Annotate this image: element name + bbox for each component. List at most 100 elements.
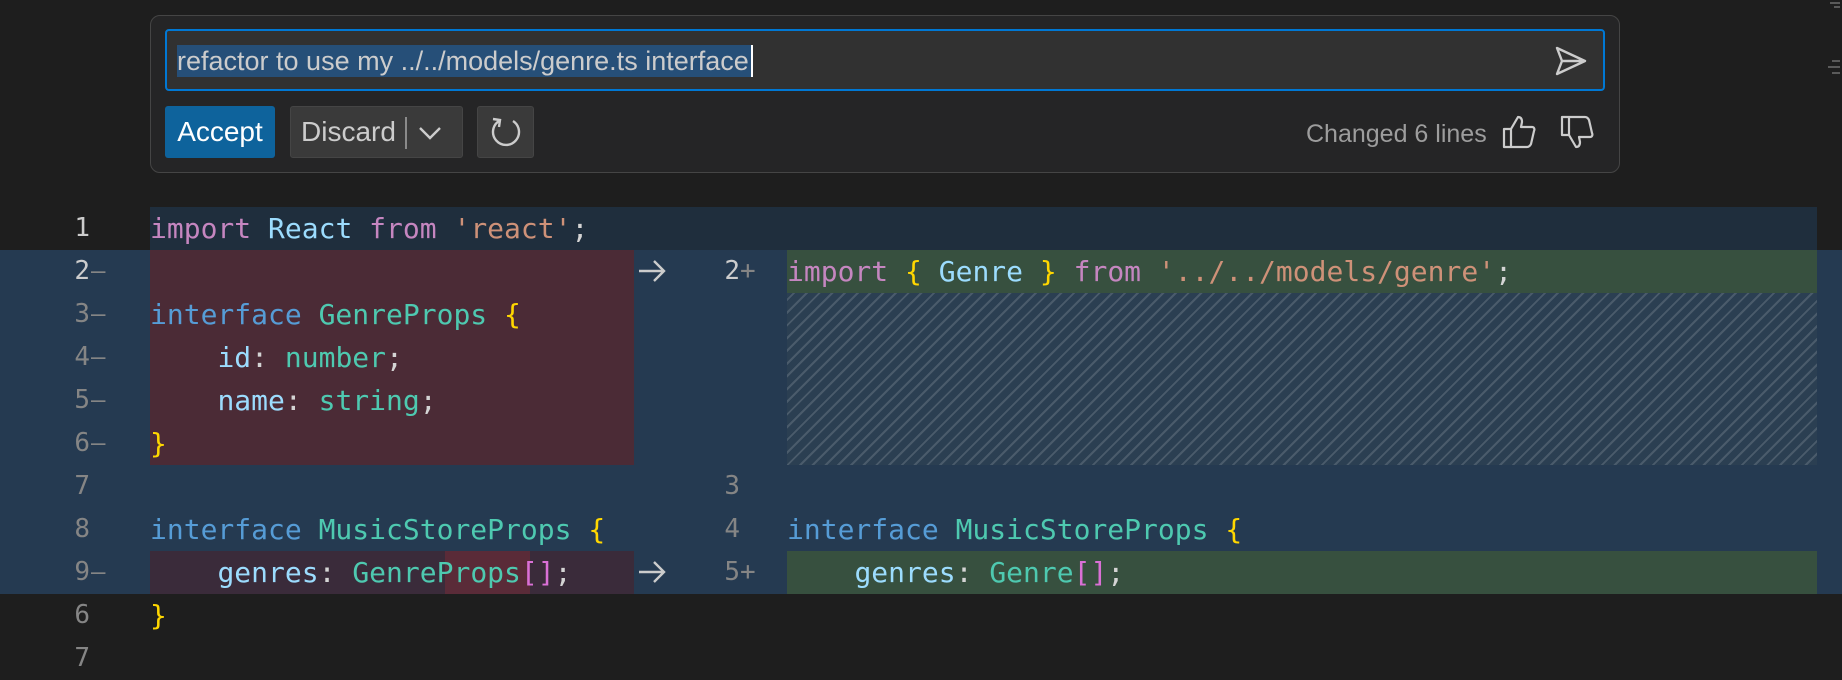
type-name: number xyxy=(284,341,387,374)
inline-chat-widget: refactor to use my ../../models/genre.ts… xyxy=(150,15,1620,173)
code-text: name: string; xyxy=(150,379,437,422)
thumbs-down-icon[interactable] xyxy=(1558,113,1596,151)
keyword: import xyxy=(787,255,889,288)
punctuation: : xyxy=(251,341,269,374)
line-number: 3 xyxy=(724,471,740,501)
code-text: interface GenreProps { xyxy=(150,293,521,336)
diff-row-9: 9 — genres: GenreProps[]; 5 + genres: Ge… xyxy=(0,551,1842,594)
diff-row-2: 2 — 2 + import { Genre } from '../../mod… xyxy=(0,250,1842,293)
string-literal: 'react' xyxy=(453,212,572,245)
removed-marker: — xyxy=(91,343,106,371)
brace: } xyxy=(150,599,167,632)
punctuation: ; xyxy=(386,341,403,374)
line-number: 6 xyxy=(74,428,90,458)
line-number: 5 xyxy=(74,385,90,415)
line-number: 9 xyxy=(74,557,90,587)
removed-marker: — xyxy=(91,300,106,328)
brace: { xyxy=(504,298,521,331)
removed-marker: — xyxy=(91,257,106,285)
diff-row-3: 3 — interface GenreProps { xyxy=(0,293,1842,336)
code-text: genres: GenreProps[]; xyxy=(150,551,571,594)
brace: } xyxy=(1039,255,1057,288)
changed-lines-status: Changed 6 lines xyxy=(1306,120,1487,148)
keyword: interface xyxy=(150,298,302,331)
punctuation: ; xyxy=(1107,556,1125,589)
line-number: 4 xyxy=(724,514,740,544)
discard-button[interactable]: Discard xyxy=(290,106,463,158)
code-text: genres: Genre[]; xyxy=(787,551,1124,594)
line-number: 4 xyxy=(74,342,90,372)
type-name: MusicStoreProps xyxy=(318,513,572,546)
editor-line-6[interactable]: 6 } xyxy=(0,594,1842,637)
line-number: 3 xyxy=(74,299,90,329)
refresh-icon xyxy=(491,117,520,147)
line-number: 1 xyxy=(74,213,90,243)
keyword: from xyxy=(369,212,437,245)
identifier: Genre xyxy=(938,255,1024,288)
removed-marker: — xyxy=(91,386,106,414)
brace: { xyxy=(588,513,606,546)
brace: } xyxy=(150,427,167,460)
brace: { xyxy=(905,255,922,288)
keyword: import xyxy=(150,212,252,245)
code-text: import { Genre } from '../../models/genr… xyxy=(787,250,1512,293)
punctuation: : xyxy=(318,556,336,589)
arrow-right-icon[interactable] xyxy=(636,250,668,293)
property: id xyxy=(217,341,252,374)
bracket: [] xyxy=(1073,556,1108,589)
keyword: interface xyxy=(150,513,302,546)
line-number: 2 xyxy=(74,256,90,286)
code-text: import React from 'react'; xyxy=(150,207,588,250)
code-text: id: number; xyxy=(150,336,403,379)
property: genres xyxy=(854,556,956,589)
type-name: Genre xyxy=(989,556,1074,589)
keyword: from xyxy=(1073,255,1142,288)
punctuation: : xyxy=(284,384,302,417)
discard-separator xyxy=(405,117,407,149)
punctuation: ; xyxy=(554,556,572,589)
arrow-right-icon[interactable] xyxy=(636,551,668,594)
added-marker: + xyxy=(740,256,756,286)
bracket: [] xyxy=(520,556,555,589)
code-text: } xyxy=(150,422,167,465)
type-name: GenreProps xyxy=(352,556,521,589)
line-number: 6 xyxy=(74,600,90,630)
string-literal: '../../models/genre' xyxy=(1157,255,1496,288)
send-icon[interactable] xyxy=(1553,43,1589,79)
removed-marker: — xyxy=(91,429,106,457)
punctuation: ; xyxy=(571,212,589,245)
line-number: 7 xyxy=(74,643,90,673)
type-name: MusicStoreProps xyxy=(955,513,1209,546)
line-number: 8 xyxy=(74,514,90,544)
type-name: string xyxy=(318,384,420,417)
diff-row-7: 7 3 xyxy=(0,465,1842,508)
punctuation: : xyxy=(955,556,973,589)
prompt-input[interactable]: refactor to use my ../../models/genre.ts… xyxy=(165,29,1605,91)
added-marker: + xyxy=(740,557,756,587)
discard-button-label: Discard xyxy=(301,116,396,147)
code-text: interface MusicStoreProps { xyxy=(787,508,1242,551)
editor-line-7[interactable]: 7 xyxy=(0,637,1842,680)
type-name: GenreProps xyxy=(318,298,488,331)
punctuation: ; xyxy=(419,384,437,417)
accept-button[interactable]: Accept xyxy=(165,106,275,158)
minimap[interactable] xyxy=(1820,0,1842,80)
diff-row-4: 4 — id: number; xyxy=(0,336,1842,379)
brace: { xyxy=(1225,513,1243,546)
editor-line-1[interactable]: 1 import React from 'react'; xyxy=(0,207,1842,250)
code-editor[interactable]: 1 import React from 'react'; 2 — 2 + imp… xyxy=(0,207,1842,673)
punctuation: ; xyxy=(1495,255,1512,288)
diff-row-6: 6 — } xyxy=(0,422,1842,465)
rerun-button[interactable] xyxy=(477,106,534,158)
prompt-text[interactable]: refactor to use my ../../models/genre.ts… xyxy=(177,45,753,77)
property: name xyxy=(217,384,285,417)
identifier: React xyxy=(268,212,353,245)
diff-row-8: 8 interface MusicStoreProps { 4 interfac… xyxy=(0,508,1842,551)
chevron-down-icon[interactable] xyxy=(417,121,443,145)
line-number: 7 xyxy=(74,471,90,501)
keyword: interface xyxy=(787,513,939,546)
thumbs-up-icon[interactable] xyxy=(1500,113,1538,151)
removed-marker: — xyxy=(91,558,106,586)
line-number: 5 xyxy=(724,557,740,587)
accept-button-label: Accept xyxy=(177,116,263,147)
